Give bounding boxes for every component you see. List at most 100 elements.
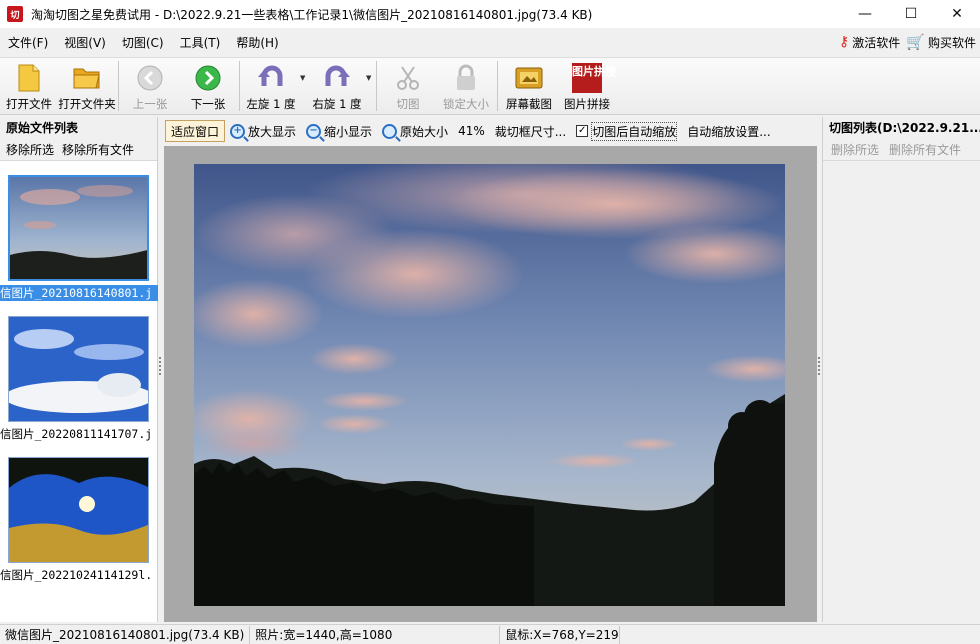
shopping-cart-icon: 🛒: [906, 33, 925, 51]
menu-help[interactable]: 帮助(H): [228, 34, 286, 51]
zoom-out-label: 缩小显示: [324, 124, 373, 139]
thumbnail-1[interactable]: [8, 175, 149, 281]
delete-selected-button[interactable]: 删除所选: [831, 141, 879, 158]
source-file-title: 原始文件列表: [0, 117, 157, 139]
source-file-actions: 移除所选 移除所有文件: [0, 139, 157, 161]
fit-window-button[interactable]: 适应窗口: [165, 120, 226, 142]
remove-selected-button[interactable]: 移除所选: [6, 141, 54, 158]
thumbnail-2[interactable]: [8, 316, 149, 422]
window-title: 淘淘切图之星免费试用 - D:\2022.9.21一些表格\工作记录1\微信图片…: [31, 7, 593, 22]
toolbar-divider: [376, 61, 377, 111]
cut-list-panel: 切图列表(D:\2022.9.21... 删除所选 删除所有文件: [822, 117, 980, 622]
buy-button[interactable]: 🛒 购买软件: [906, 33, 976, 51]
auto-zoom-label: 切图后自动缩放: [591, 121, 678, 141]
original-size-icon: [382, 123, 398, 139]
rotate-left-label: 左旋 1 度: [246, 97, 296, 111]
zoom-out-icon: −: [306, 123, 322, 139]
sunset-sky-photo-image: [194, 164, 785, 606]
thumbnail-3-label[interactable]: 信图片_20221024114129l.: [0, 567, 158, 583]
prev-button[interactable]: 上一张: [121, 58, 179, 114]
delete-all-button[interactable]: 删除所有文件: [889, 141, 961, 158]
screenshot-icon: [514, 63, 544, 93]
status-mouse-position: 鼠标:X=768,Y=219: [500, 625, 621, 644]
arrow-right-icon: [193, 63, 223, 93]
source-file-panel: 原始文件列表 移除所选 移除所有文件 信图片_20210816140801.j …: [0, 117, 158, 622]
thumbnail-2-label[interactable]: 信图片_20220811141707.j: [0, 426, 158, 442]
zoom-in-button[interactable]: + 放大显示: [225, 120, 301, 142]
crop-size-button[interactable]: 裁切框尺寸...: [490, 120, 571, 142]
prev-label: 上一张: [132, 97, 168, 111]
thumbnail-3[interactable]: [8, 457, 149, 563]
menu-cut[interactable]: 切图(C): [114, 34, 172, 51]
zoom-in-icon: +: [230, 123, 246, 139]
menu-tools[interactable]: 工具(T): [172, 34, 229, 51]
open-folder-button[interactable]: 打开文件夹: [58, 58, 116, 114]
remove-all-button[interactable]: 移除所有文件: [62, 141, 134, 158]
stitch-label: 图片拼接: [564, 97, 610, 111]
open-folder-label: 打开文件夹: [58, 97, 116, 111]
rotate-left-icon: [256, 63, 286, 93]
zoom-in-label: 放大显示: [248, 124, 297, 139]
key-icon: ⚷: [839, 34, 850, 50]
folder-icon: [72, 63, 102, 93]
open-file-button[interactable]: 打开文件: [0, 58, 58, 114]
original-size-label: 原始大小: [400, 124, 449, 139]
lock-size-button[interactable]: 锁定大小: [437, 58, 495, 114]
zoom-out-button[interactable]: − 缩小显示: [301, 120, 377, 142]
rotate-right-icon: [322, 63, 352, 93]
rotate-right-label: 右旋 1 度: [312, 97, 362, 111]
maximize-button[interactable]: ☐: [888, 0, 934, 28]
close-button[interactable]: ✕: [934, 0, 980, 28]
lock-size-label: 锁定大小: [443, 97, 489, 111]
original-size-button[interactable]: 原始大小: [377, 120, 453, 142]
night-trees-thumbnail-image: [9, 458, 148, 562]
window-controls: — ☐ ✕: [842, 0, 980, 28]
toolbar-divider: [118, 61, 119, 111]
stitch-icon: 图片拼接: [572, 63, 616, 93]
screenshot-label: 屏幕截图: [506, 97, 552, 111]
title-bar: 切 淘淘切图之星免费试用 - D:\2022.9.21一些表格\工作记录1\微信…: [0, 0, 980, 28]
stitch-button[interactable]: 图片拼接 图片拼接: [558, 58, 616, 114]
app-logo-icon: 切: [7, 6, 23, 22]
thumbnail-1-label[interactable]: 信图片_20210816140801.j: [0, 285, 158, 301]
cut-list-actions: 删除所选 删除所有文件: [823, 139, 980, 161]
menu-bar: 文件(F) 视图(V) 切图(C) 工具(T) 帮助(H) ⚷ 激活软件 🛒 购…: [0, 28, 980, 56]
main-toolbar: 打开文件 打开文件夹 上一张 下一张 左旋 1 度 ▼ 右旋 1 度 ▼ 切图 …: [0, 57, 980, 115]
open-file-icon: [14, 63, 44, 93]
rotate-left-button[interactable]: 左旋 1 度: [242, 58, 300, 114]
cut-list-title: 切图列表(D:\2022.9.21...: [823, 117, 980, 139]
minimize-button[interactable]: —: [842, 0, 888, 28]
next-label: 下一张: [190, 97, 226, 111]
stitch-icon-text: 图片拼接: [572, 63, 616, 93]
right-splitter-grip[interactable]: [817, 355, 821, 385]
menu-view[interactable]: 视图(V): [56, 34, 114, 51]
sky-sunset-thumbnail-image: [10, 177, 147, 279]
view-toolbar: 适应窗口 + 放大显示 − 缩小显示 原始大小 41% 裁切框尺寸... ✓ 切…: [162, 117, 817, 145]
rotate-left-dropdown-icon[interactable]: ▼: [300, 74, 308, 114]
blue-sky-clouds-thumbnail-image: [9, 317, 148, 421]
zoom-percent: 41%: [458, 124, 485, 138]
image-canvas[interactable]: [164, 146, 817, 622]
status-file: 微信图片_20210816140801.jpg(73.4 KB): [0, 625, 251, 644]
status-photo-size: 照片:宽=1440,高=1080: [250, 625, 501, 644]
rotate-right-button[interactable]: 右旋 1 度: [308, 58, 366, 114]
open-file-label: 打开文件: [6, 97, 52, 111]
status-bar: 微信图片_20210816140801.jpg(73.4 KB) 照片:宽=14…: [0, 624, 980, 644]
auto-zoom-checkbox[interactable]: ✓ 切图后自动缩放: [571, 120, 682, 142]
activate-button[interactable]: ⚷ 激活软件: [839, 34, 900, 51]
activate-label: 激活软件: [852, 35, 901, 50]
rotate-right-dropdown-icon[interactable]: ▼: [366, 74, 374, 114]
toolbar-divider: [497, 61, 498, 111]
buy-label: 购买软件: [927, 35, 976, 50]
checkbox-checked-icon[interactable]: ✓: [576, 125, 589, 137]
menu-file[interactable]: 文件(F): [0, 34, 56, 51]
next-button[interactable]: 下一张: [179, 58, 237, 114]
left-splitter-grip[interactable]: [158, 355, 162, 385]
lock-icon: [451, 63, 481, 93]
screenshot-button[interactable]: 屏幕截图: [500, 58, 558, 114]
auto-zoom-settings-button[interactable]: 自动缩放设置...: [682, 120, 775, 142]
cut-button[interactable]: 切图: [379, 58, 437, 114]
sunset-sky-photo[interactable]: [194, 164, 785, 606]
scissors-icon: [393, 63, 423, 93]
arrow-left-icon: [135, 63, 165, 93]
